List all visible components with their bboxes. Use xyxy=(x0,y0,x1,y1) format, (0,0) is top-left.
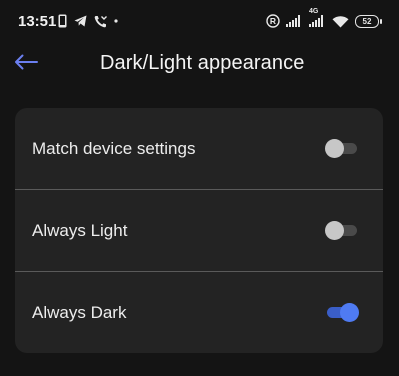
toggle-knob xyxy=(325,139,344,158)
arrow-left-icon xyxy=(14,54,38,75)
toggle-knob xyxy=(340,303,359,322)
toggle-knob xyxy=(325,221,344,240)
option-label: Match device settings xyxy=(32,139,196,158)
network-type-label: 4G xyxy=(309,8,319,15)
back-button[interactable] xyxy=(10,50,42,78)
option-label: Always Dark xyxy=(32,303,127,322)
system-status-icons: R 4G 52 xyxy=(266,8,382,31)
appearance-options-card: Match device settings Always Light Alway… xyxy=(15,108,383,353)
option-always-dark[interactable]: Always Dark xyxy=(15,271,383,353)
header: Dark/Light appearance xyxy=(0,44,399,84)
signal-4g-icon: 4G xyxy=(309,8,326,27)
status-time: 13:51 xyxy=(18,13,57,30)
signal-icon xyxy=(286,15,303,27)
page-title: Dark/Light appearance xyxy=(100,52,305,74)
dot-icon xyxy=(114,19,118,23)
always-light-toggle[interactable] xyxy=(325,219,359,241)
wifi-icon xyxy=(332,15,349,28)
phone-icon xyxy=(58,14,67,28)
missed-call-icon xyxy=(94,15,107,28)
option-match-device-settings[interactable]: Match device settings xyxy=(15,108,383,189)
notification-icons xyxy=(58,12,118,30)
telegram-icon xyxy=(74,15,87,27)
match-device-settings-toggle[interactable] xyxy=(325,137,359,159)
option-always-light[interactable]: Always Light xyxy=(15,189,383,271)
battery-indicator: 52 xyxy=(355,14,382,28)
status-bar: 13:51 R 4G 52 xyxy=(0,0,399,44)
svg-text:R: R xyxy=(270,16,276,26)
registered-icon: R xyxy=(266,14,280,28)
always-dark-toggle[interactable] xyxy=(325,301,359,323)
option-label: Always Light xyxy=(32,221,128,240)
